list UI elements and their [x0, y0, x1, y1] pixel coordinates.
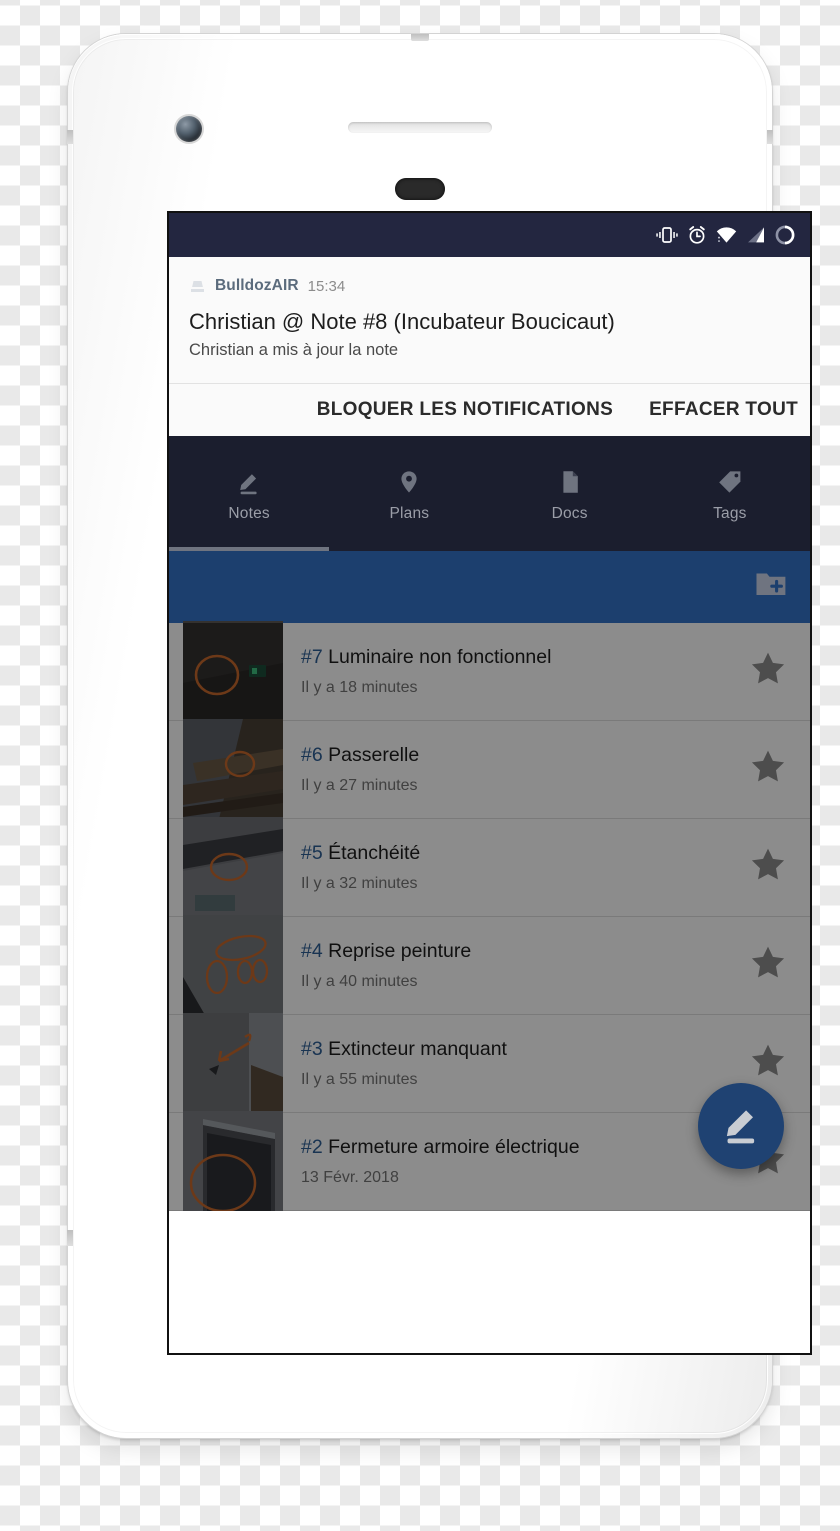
- folder-plus-icon[interactable]: [754, 569, 788, 604]
- note-title-line: #6 Passerelle: [301, 744, 730, 766]
- antenna-band-right-top: [767, 130, 773, 144]
- note-subtitle: Il y a 55 minutes: [301, 1070, 418, 1088]
- notification-shade: BulldozAIR 15:34 Christian @ Note #8 (In…: [169, 257, 810, 436]
- alarm-icon: [687, 225, 707, 245]
- note-number: #6: [301, 743, 323, 766]
- antenna-band-left-bottom: [67, 1230, 73, 1246]
- note-title-line: #2 Fermeture armoire électrique: [301, 1136, 730, 1158]
- note-subtitle: Il y a 18 minutes: [301, 678, 418, 696]
- tab-tags[interactable]: Tags: [650, 436, 810, 551]
- phone-device-frame: BulldozAIR 15:34 Christian @ Note #8 (In…: [67, 34, 812, 1438]
- block-notifications-button[interactable]: BLOQUER LES NOTIFICATIONS: [317, 399, 613, 421]
- tab-active-indicator: [169, 546, 330, 551]
- proximity-sensor: [395, 178, 445, 200]
- tab-notes-label: Notes: [228, 504, 270, 522]
- note-thumbnail: [183, 1111, 283, 1212]
- phone-screen: BulldozAIR 15:34 Christian @ Note #8 (In…: [167, 211, 812, 1355]
- note-number: #4: [301, 939, 323, 962]
- tab-docs-label: Docs: [551, 504, 588, 522]
- notification-body: Christian a mis à jour la note: [189, 340, 399, 359]
- note-number: #5: [301, 841, 323, 864]
- notes-action-bar: [169, 550, 810, 623]
- document-icon: [556, 468, 584, 496]
- note-title: Fermeture armoire électrique: [328, 1135, 580, 1158]
- note-thumbnail: [183, 621, 283, 722]
- note-title: Passerelle: [328, 743, 420, 766]
- signal-icon: [746, 226, 765, 244]
- note-thumbnail: [183, 1013, 283, 1114]
- note-text: #7 Luminaire non fonctionnel Il y a 18 m…: [301, 646, 730, 697]
- note-text: #4 Reprise peinture Il y a 40 minutes: [301, 940, 730, 991]
- note-thumbnail: [183, 817, 283, 918]
- note-title: Extincteur manquant: [328, 1037, 507, 1060]
- notification-actions: BLOQUER LES NOTIFICATIONS EFFACER TOUT: [169, 382, 810, 436]
- note-title-line: #4 Reprise peinture: [301, 940, 730, 962]
- antenna-band-left-top: [67, 130, 73, 144]
- tab-plans-label: Plans: [389, 504, 430, 522]
- star-icon[interactable]: [748, 1041, 788, 1086]
- notification-header: BulldozAIR 15:34: [189, 275, 790, 297]
- note-subtitle: Il y a 27 minutes: [301, 776, 418, 794]
- note-thumbnail: [183, 915, 283, 1016]
- battery-icon: [774, 224, 796, 246]
- note-title: Luminaire non fonctionnel: [328, 645, 552, 668]
- clear-all-button[interactable]: EFFACER TOUT: [649, 399, 798, 421]
- notification-time: 15:34: [307, 277, 346, 295]
- notification-title: Christian @ Note #8 (Incubateur Boucicau…: [189, 309, 615, 334]
- star-icon[interactable]: [748, 747, 788, 792]
- new-note-fab[interactable]: [698, 1082, 784, 1169]
- star-icon[interactable]: [748, 845, 788, 890]
- tab-plans[interactable]: Plans: [329, 436, 489, 551]
- note-number: #7: [301, 645, 323, 668]
- wifi-icon: [716, 226, 737, 244]
- star-icon[interactable]: [748, 943, 788, 988]
- vibrate-icon: [656, 225, 678, 245]
- table-row[interactable]: #5 Étanchéité Il y a 32 minutes: [169, 817, 810, 918]
- note-number: #2: [301, 1135, 323, 1158]
- note-text: #2 Fermeture armoire électrique 13 Févr.…: [301, 1136, 730, 1187]
- pencil-icon: [235, 468, 263, 496]
- note-text: #3 Extincteur manquant Il y a 55 minutes: [301, 1038, 730, 1089]
- tab-bar: Notes Plans Docs Tags: [169, 435, 810, 551]
- bulldozair-app-icon: [189, 278, 206, 295]
- note-text: #5 Étanchéité Il y a 32 minutes: [301, 842, 730, 893]
- note-title-line: #5 Étanchéité: [301, 842, 730, 864]
- notification-card[interactable]: BulldozAIR 15:34 Christian @ Note #8 (In…: [169, 257, 810, 383]
- note-subtitle: Il y a 40 minutes: [301, 972, 418, 990]
- edit-pencil-icon: [718, 1100, 764, 1151]
- tab-tags-label: Tags: [713, 504, 747, 522]
- table-row[interactable]: #4 Reprise peinture Il y a 40 minutes: [169, 915, 810, 1016]
- notes-list[interactable]: #7 Luminaire non fonctionnel Il y a 18 m…: [169, 621, 810, 1212]
- front-camera-icon: [176, 116, 202, 142]
- note-title-line: #7 Luminaire non fonctionnel: [301, 646, 730, 668]
- note-title-line: #3 Extincteur manquant: [301, 1038, 730, 1060]
- notification-app-name: BulldozAIR: [215, 277, 299, 294]
- note-subtitle: 13 Févr. 2018: [301, 1168, 399, 1186]
- status-bar: [169, 213, 810, 257]
- note-title: Reprise peinture: [328, 939, 472, 962]
- note-subtitle: Il y a 32 minutes: [301, 874, 418, 892]
- table-row[interactable]: #7 Luminaire non fonctionnel Il y a 18 m…: [169, 621, 810, 722]
- note-thumbnail: [183, 719, 283, 820]
- table-row[interactable]: #6 Passerelle Il y a 27 minutes: [169, 719, 810, 820]
- note-number: #3: [301, 1037, 323, 1060]
- star-icon[interactable]: [748, 649, 788, 694]
- note-text: #6 Passerelle Il y a 27 minutes: [301, 744, 730, 795]
- antenna-band-top: [411, 34, 429, 41]
- earpiece-speaker: [348, 122, 492, 133]
- map-pin-icon: [395, 468, 423, 496]
- tab-notes[interactable]: Notes: [169, 436, 329, 551]
- note-title: Étanchéité: [328, 841, 421, 864]
- tag-icon: [716, 468, 744, 496]
- tab-docs[interactable]: Docs: [490, 436, 650, 551]
